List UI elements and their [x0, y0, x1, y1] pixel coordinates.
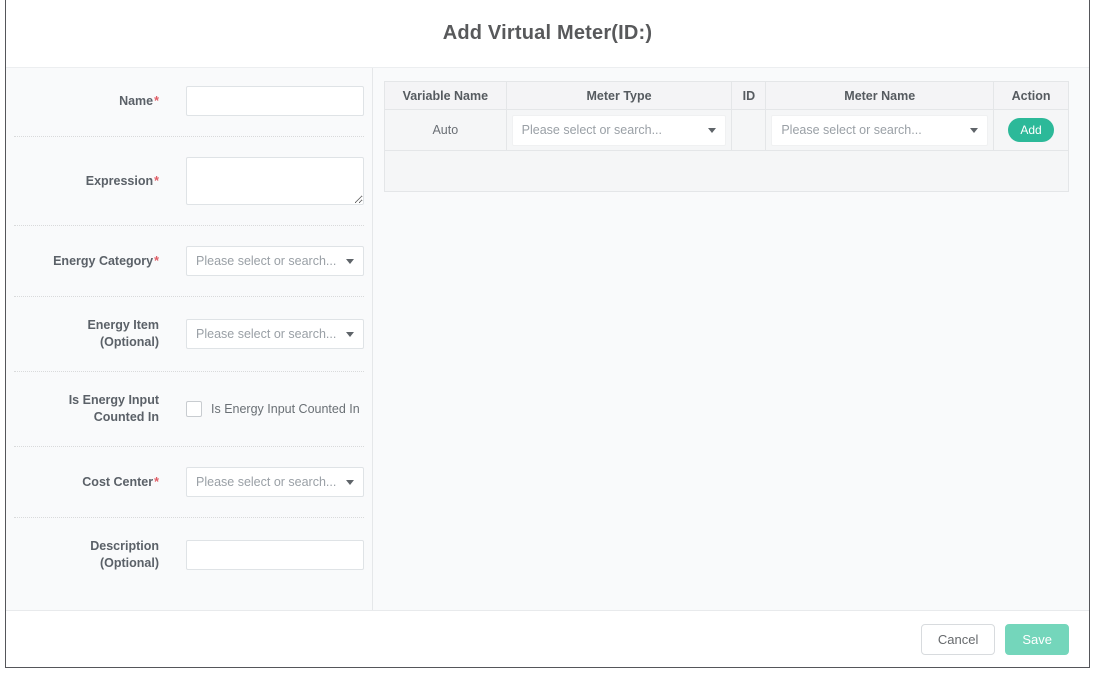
- dialog-body: Name* Expression* Energy Category* Pleas…: [6, 67, 1089, 611]
- name-label: Name*: [14, 93, 159, 110]
- energy-category-select[interactable]: Please select or search...: [186, 246, 364, 276]
- chevron-down-icon: [970, 128, 978, 133]
- col-header-action: Action: [994, 82, 1069, 110]
- energy-item-label: Energy Item (Optional): [14, 317, 159, 351]
- form-row-energy-item: Energy Item (Optional) Please select or …: [14, 297, 364, 372]
- form-row-expression: Expression*: [14, 137, 364, 226]
- dialog-footer: Cancel Save: [6, 611, 1089, 667]
- col-header-meter-name: Meter Name: [766, 82, 994, 110]
- energy-category-placeholder: Please select or search...: [196, 254, 336, 268]
- meter-type-cell: Please select or search...: [506, 110, 732, 151]
- dialog-header: Add Virtual Meter(ID:): [6, 0, 1089, 67]
- energy-item-select[interactable]: Please select or search...: [186, 319, 364, 349]
- chevron-down-icon: [346, 332, 354, 337]
- required-asterisk: *: [154, 94, 159, 108]
- expression-variables-panel: Variable Name Meter Type ID Meter Name A…: [373, 68, 1089, 610]
- expression-variables-table: Variable Name Meter Type ID Meter Name A…: [384, 81, 1069, 192]
- save-button[interactable]: Save: [1005, 624, 1069, 655]
- cost-center-placeholder: Please select or search...: [196, 475, 336, 489]
- meter-type-placeholder: Please select or search...: [522, 123, 662, 137]
- is-energy-input-label: Is Energy Input Counted In: [14, 392, 159, 426]
- form-row-energy-category: Energy Category* Please select or search…: [14, 226, 364, 297]
- table-header-row: Variable Name Meter Type ID Meter Name A…: [385, 82, 1069, 110]
- cost-center-label: Cost Center*: [14, 474, 159, 491]
- table-spacer-row: [385, 151, 1069, 192]
- required-asterisk: *: [154, 254, 159, 268]
- page-title: Add Virtual Meter(ID:): [443, 22, 653, 45]
- expression-label: Expression*: [14, 173, 159, 190]
- add-virtual-meter-dialog: Add Virtual Meter(ID:) Name* Expression*…: [5, 0, 1090, 668]
- is-energy-input-checkbox-label: Is Energy Input Counted In: [211, 402, 360, 416]
- variable-name-cell: Auto: [385, 110, 507, 151]
- add-variable-button[interactable]: Add: [1008, 118, 1053, 142]
- form-row-description: Description (Optional): [14, 518, 364, 592]
- virtual-meter-form: Name* Expression* Energy Category* Pleas…: [6, 68, 373, 610]
- name-input[interactable]: [186, 86, 364, 116]
- meter-name-select[interactable]: Please select or search...: [771, 115, 988, 146]
- col-header-id: ID: [732, 82, 766, 110]
- required-asterisk: *: [154, 174, 159, 188]
- table-row: Auto Please select or search... Pl: [385, 110, 1069, 151]
- col-header-meter-type: Meter Type: [506, 82, 732, 110]
- description-input[interactable]: [186, 540, 364, 570]
- id-cell: [732, 110, 766, 151]
- cost-center-select[interactable]: Please select or search...: [186, 467, 364, 497]
- energy-item-placeholder: Please select or search...: [196, 327, 336, 341]
- description-label: Description (Optional): [14, 538, 159, 572]
- action-cell: Add: [994, 110, 1069, 151]
- screen: Add Virtual Meter(ID:) Name* Expression*…: [0, 0, 1094, 673]
- energy-category-label: Energy Category*: [14, 253, 159, 270]
- chevron-down-icon: [346, 480, 354, 485]
- meter-type-select[interactable]: Please select or search...: [512, 115, 727, 146]
- is-energy-input-checkbox-group: Is Energy Input Counted In: [186, 401, 372, 417]
- is-energy-input-checkbox[interactable]: [186, 401, 202, 417]
- meter-name-placeholder: Please select or search...: [781, 123, 921, 137]
- form-row-is-energy-input: Is Energy Input Counted In Is Energy Inp…: [14, 372, 364, 447]
- form-row-cost-center: Cost Center* Please select or search...: [14, 447, 364, 518]
- col-header-variable-name: Variable Name: [385, 82, 507, 110]
- chevron-down-icon: [708, 128, 716, 133]
- expression-textarea[interactable]: [186, 157, 364, 205]
- cancel-button[interactable]: Cancel: [921, 624, 995, 655]
- chevron-down-icon: [346, 259, 354, 264]
- required-asterisk: *: [154, 475, 159, 489]
- meter-name-cell: Please select or search...: [766, 110, 994, 151]
- form-row-name: Name*: [14, 86, 364, 137]
